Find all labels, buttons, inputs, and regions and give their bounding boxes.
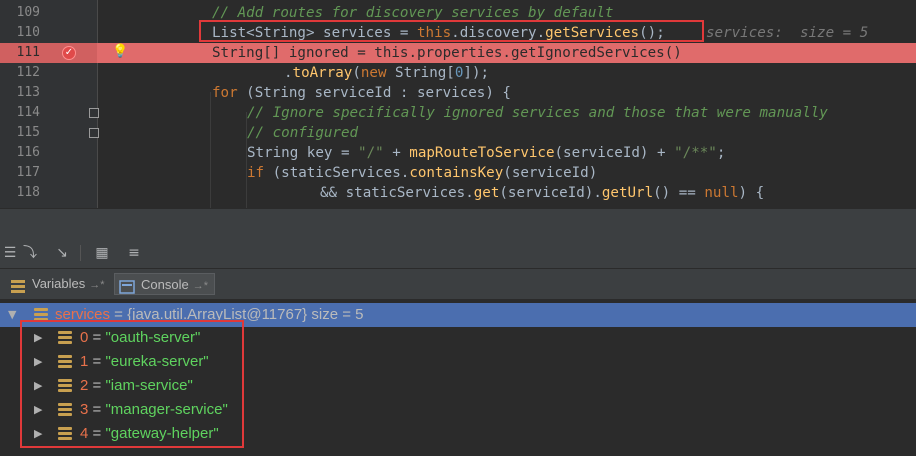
breakpoint-check-icon[interactable]: ✓ [62,46,76,60]
code-line-114[interactable]: 114 // Ignore specifically ignored servi… [0,103,916,123]
line-number: 110 [16,25,40,40]
code-keyword-null: null [704,185,739,201]
code-keyword-for: for [212,85,238,101]
code-text: + [383,145,410,161]
code-text: String key = [247,145,359,161]
line-number: 116 [16,145,40,160]
inline-debug-hint: services: size = 5 [706,25,869,41]
code-line-113[interactable]: 113 for (String serviceId : services) { [0,83,916,103]
fold-marker-icon[interactable] [89,128,99,138]
code-method: mapRouteToService [409,145,555,161]
lightbulb-icon[interactable]: 💡 [112,45,128,58]
code-line-112[interactable]: 112 .toArray(new String[0]); [0,63,916,83]
code-editor[interactable]: 109 // Add routes for discovery services… [0,0,916,208]
code-text: . [284,65,293,81]
line-number: 109 [16,5,40,20]
line-number: 114 [16,105,40,120]
code-text: String[ [386,65,455,81]
code-text: (serviceId) [503,165,598,181]
code-keyword-new: new [360,65,387,81]
code-method: toArray [292,65,353,81]
code-line-115[interactable]: 115 // configured [0,123,916,143]
code-line-116[interactable]: 116 String key = "/" + mapRouteToService… [0,143,916,163]
step-into-icon[interactable]: ↘ [52,243,72,263]
code-comment: // Add routes for discovery services by … [212,5,614,21]
step-over-icon[interactable]: ⤵ [20,243,40,263]
code-text: ; [716,145,726,161]
variable-size: size = 5 [307,306,364,323]
code-comment: // configured [247,125,359,141]
code-text: ( [352,65,361,81]
tab-variables[interactable]: Variables →* [6,273,111,295]
variables-icon [10,278,26,293]
line-number: 112 [16,65,40,80]
code-text: (serviceId). [499,185,602,201]
code-text: ) { [738,185,765,201]
pin-icon[interactable]: →* [193,280,208,292]
console-icon [119,279,135,294]
code-method: containsKey [409,165,504,181]
code-keyword-if: if [247,165,265,181]
trace-stream-icon[interactable]: ≡ [124,243,144,263]
code-text: () == [653,185,705,201]
code-text: String[] ignored = this.properties.getIg… [212,45,682,61]
debug-toolbar: ☰ ⤵ ↘ ▦ ≡ [0,238,916,269]
line-number: 117 [16,165,40,180]
code-text: ]); [463,65,490,81]
debug-tab-bar: Variables →* Console →* [0,269,916,300]
line-number: 111 [16,45,40,60]
pin-icon[interactable]: →* [89,279,104,291]
code-string: "/**" [674,145,717,161]
code-text: (String serviceId : services) { [237,85,511,101]
code-line-111-breakpoint[interactable]: 111 ✓ 💡 String[] ignored = this.properti… [0,43,916,63]
code-line-118[interactable]: 118 && staticServices.get(serviceId).get… [0,183,916,203]
panel-divider[interactable] [0,208,916,239]
code-text: (staticServices. [264,165,410,181]
line-number: 115 [16,125,40,140]
annotation-highlight-box [199,20,704,42]
code-text: && staticServices. [320,185,474,201]
tab-console-label: Console [141,277,189,292]
code-text: (serviceId) + [554,145,675,161]
tab-variables-label: Variables [32,276,86,291]
evaluate-expression-icon[interactable]: ▦ [92,243,112,263]
code-comment: // Ignore specifically ignored services … [247,105,828,121]
tab-console[interactable]: Console →* [114,273,215,295]
code-string: "/" [358,145,384,161]
expand-arrow-icon[interactable]: ▼ [8,303,16,327]
code-line-117[interactable]: 117 if (staticServices.containsKey(servi… [0,163,916,183]
code-method: get [473,185,500,201]
fold-marker-icon[interactable] [89,108,99,118]
toolbar-separator [80,245,81,261]
line-number: 118 [16,185,40,200]
code-method: getUrl [601,185,654,201]
line-number: 113 [16,85,40,100]
frames-icon[interactable]: ☰ [0,243,20,263]
annotation-highlight-box [20,320,244,448]
